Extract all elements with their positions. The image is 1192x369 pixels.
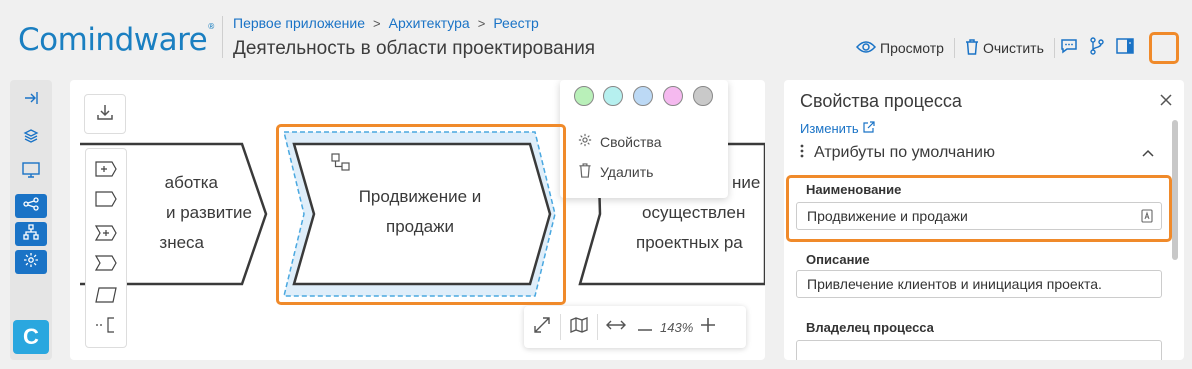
palette-annotation[interactable] bbox=[94, 316, 118, 338]
sidebar-item-hierarchy[interactable] bbox=[15, 222, 47, 246]
minus-icon bbox=[638, 318, 652, 336]
app-launcher-logo[interactable]: C bbox=[13, 320, 49, 354]
header-toolbar: Просмотр Очистить bbox=[846, 34, 1139, 62]
color-swatch-gray[interactable] bbox=[693, 86, 713, 106]
expand-icon bbox=[533, 316, 551, 339]
minimap-button[interactable] bbox=[561, 306, 597, 348]
breadcrumb-separator: > bbox=[477, 15, 486, 31]
map-icon bbox=[570, 316, 588, 338]
comments-button[interactable] bbox=[1055, 34, 1083, 62]
left-sidebar: C bbox=[10, 80, 52, 360]
panel-title: Свойства процесса bbox=[800, 91, 962, 111]
close-panel-button[interactable] bbox=[1156, 90, 1176, 110]
close-icon bbox=[1156, 94, 1176, 114]
sidebar-item-layers[interactable] bbox=[15, 126, 47, 150]
download-icon bbox=[96, 103, 114, 126]
panel-scrollbar[interactable] bbox=[1172, 120, 1178, 260]
drag-handle-icon bbox=[800, 144, 804, 163]
subprocess-chevron-icon bbox=[95, 160, 117, 182]
annotation-icon bbox=[95, 316, 117, 338]
layers-icon bbox=[23, 128, 39, 149]
breadcrumb: Первое приложение > Архитектура > Реестр bbox=[233, 15, 539, 31]
zoom-out-button[interactable] bbox=[634, 306, 656, 348]
collapse-icon bbox=[23, 91, 39, 110]
gear-icon bbox=[23, 252, 39, 273]
highlight-panel-toggle bbox=[1149, 32, 1179, 64]
section-default-attributes[interactable]: Атрибуты по умолчанию bbox=[800, 142, 1160, 164]
context-menu: Свойства Удалить bbox=[560, 80, 728, 198]
description-label: Описание bbox=[806, 252, 870, 267]
notched-chevron-icon bbox=[94, 254, 117, 276]
description-field[interactable]: Привлечение клиентов и инициация проекта… bbox=[796, 270, 1162, 298]
header-divider bbox=[222, 16, 223, 58]
external-link-icon bbox=[863, 121, 875, 136]
chevron-shape-icon bbox=[95, 190, 117, 212]
palette-subprocess[interactable] bbox=[94, 160, 118, 182]
trash-icon bbox=[965, 38, 979, 58]
properties-panel-toggle[interactable] bbox=[1111, 34, 1139, 62]
clear-label: Очистить bbox=[982, 40, 1044, 56]
zoom-level: 143% bbox=[660, 319, 694, 335]
palette-process[interactable] bbox=[94, 190, 118, 212]
process-map-icon bbox=[23, 196, 39, 216]
breadcrumb-item-architecture[interactable]: Архитектура bbox=[389, 15, 470, 31]
eye-icon bbox=[855, 40, 877, 57]
arrows-horizontal-icon bbox=[606, 318, 626, 336]
zoom-in-button[interactable] bbox=[697, 306, 719, 348]
trash-icon bbox=[578, 163, 592, 181]
context-menu-delete[interactable]: Удалить bbox=[578, 163, 653, 181]
preview-button[interactable]: Просмотр bbox=[846, 34, 954, 62]
fit-width-button[interactable] bbox=[598, 306, 634, 348]
panel-icon bbox=[1116, 37, 1134, 59]
collapse-button[interactable] bbox=[15, 88, 47, 112]
breadcrumb-separator: > bbox=[373, 15, 381, 31]
app-logo: Comindware® bbox=[18, 22, 215, 58]
breadcrumb-item-registry[interactable]: Реестр bbox=[493, 15, 539, 31]
sidebar-item-process-map[interactable] bbox=[15, 194, 47, 218]
parallelogram-icon bbox=[95, 286, 117, 308]
edit-link[interactable]: Изменить bbox=[800, 121, 875, 136]
owner-field[interactable] bbox=[796, 340, 1162, 360]
plus-icon bbox=[701, 317, 716, 337]
chevron-up-icon bbox=[1142, 144, 1154, 162]
palette-subprocess-chevron[interactable] bbox=[94, 224, 118, 246]
chat-icon bbox=[1060, 38, 1078, 59]
versions-button[interactable] bbox=[1083, 34, 1111, 62]
zoom-toolbar: 143% bbox=[524, 306, 746, 348]
gear-icon bbox=[578, 133, 592, 150]
download-button[interactable] bbox=[84, 94, 126, 134]
color-swatch-blue[interactable] bbox=[633, 86, 653, 106]
palette-chevron[interactable] bbox=[94, 254, 118, 276]
fullscreen-button[interactable] bbox=[524, 306, 560, 348]
preview-label: Просмотр bbox=[880, 40, 944, 56]
sidebar-item-monitor[interactable] bbox=[15, 160, 47, 184]
sidebar-item-settings[interactable] bbox=[15, 250, 47, 274]
page-title: Деятельность в области проектирования bbox=[233, 38, 596, 59]
hierarchy-icon bbox=[23, 223, 39, 245]
branch-icon bbox=[1089, 36, 1105, 60]
palette-parallelogram[interactable] bbox=[94, 286, 118, 308]
breadcrumb-item-app[interactable]: Первое приложение bbox=[233, 15, 365, 31]
owner-label: Владелец процесса bbox=[806, 320, 934, 335]
color-swatch-green[interactable] bbox=[574, 86, 594, 106]
color-swatch-pink[interactable] bbox=[663, 86, 683, 106]
highlight-selected-shape bbox=[276, 124, 566, 305]
shape-palette bbox=[85, 148, 127, 348]
monitor-icon bbox=[22, 161, 40, 183]
subprocess-notched-icon bbox=[94, 224, 117, 246]
clear-button[interactable]: Очистить bbox=[955, 34, 1054, 62]
highlight-name-field bbox=[786, 175, 1172, 242]
color-swatch-cyan[interactable] bbox=[603, 86, 623, 106]
context-menu-properties[interactable]: Свойства bbox=[578, 133, 661, 150]
